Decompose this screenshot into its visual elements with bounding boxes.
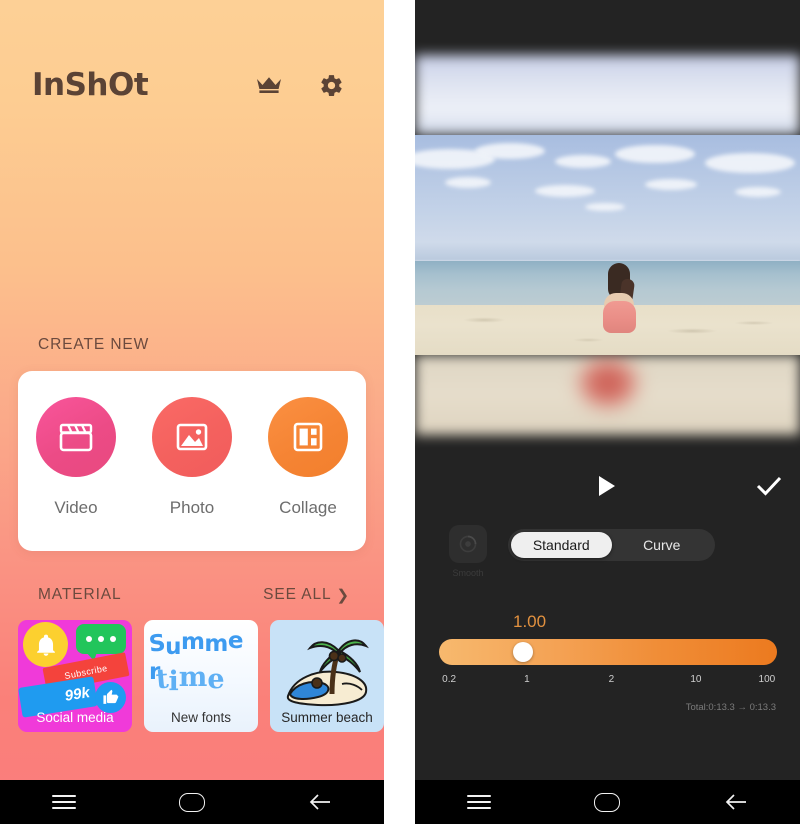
speed-slider-thumb[interactable] xyxy=(513,642,533,662)
create-photo-label: Photo xyxy=(169,498,215,517)
clapperboard-icon xyxy=(36,397,116,477)
see-all-button[interactable]: SEE ALL ❯ xyxy=(263,586,350,604)
back-arrow-icon[interactable] xyxy=(297,787,343,817)
collage-icon xyxy=(268,397,348,477)
smooth-speed-icon xyxy=(449,525,487,563)
like-count-label: 99k xyxy=(63,683,91,705)
header-actions xyxy=(256,72,344,98)
home-icon[interactable] xyxy=(169,787,215,817)
create-new-card: Video Photo Collage xyxy=(18,371,366,551)
recents-icon[interactable] xyxy=(456,787,502,817)
blurred-background-bottom xyxy=(415,355,800,435)
play-icon[interactable] xyxy=(592,471,622,501)
speed-slider-track xyxy=(439,639,777,665)
total-duration-label: Total:0:13.3 → 0:13.3 xyxy=(685,702,776,713)
bell-icon xyxy=(23,622,68,667)
material-card-label: Social media xyxy=(36,710,114,725)
speed-value-label: 1.00 xyxy=(513,612,547,631)
android-navbar-right xyxy=(415,780,800,824)
thumbs-up-icon xyxy=(95,682,126,713)
check-icon[interactable] xyxy=(753,471,785,501)
person-on-beach xyxy=(600,263,640,333)
app-logo: InShOt xyxy=(32,67,149,103)
tick-label: 0.2 xyxy=(442,674,457,685)
blurred-background-top xyxy=(415,55,800,135)
create-photo-button[interactable]: Photo xyxy=(144,397,240,518)
recents-icon[interactable] xyxy=(41,787,87,817)
material-card-summer-beach[interactable]: Summer beach xyxy=(270,620,384,732)
home-icon[interactable] xyxy=(584,787,630,817)
inshot-speed-editor-screen: Smooth Standard Curve 1.00 0.2 1 2 10 10… xyxy=(415,0,800,824)
speech-bubble-icon xyxy=(76,624,126,661)
screen-separator xyxy=(384,0,415,824)
tick-label: 100 xyxy=(758,674,776,685)
material-card-label: New fonts xyxy=(170,710,232,725)
video-frame xyxy=(415,135,800,355)
app-header: InShOt xyxy=(0,55,384,115)
see-all-label: SEE ALL xyxy=(263,586,332,603)
android-navbar-left xyxy=(0,780,384,824)
material-section-title: MATERIAL xyxy=(38,586,122,603)
back-arrow-icon[interactable] xyxy=(713,787,759,817)
speed-mode-segmented-control: Standard Curve xyxy=(508,529,715,561)
smooth-button[interactable]: Smooth xyxy=(442,525,494,578)
create-new-section-title: CREATE NEW xyxy=(38,336,150,353)
inshot-home-screen: InShOt CREATE NEW Video Photo Collage MA… xyxy=(0,0,384,824)
create-collage-button[interactable]: Collage xyxy=(260,397,356,518)
transport-controls xyxy=(415,463,800,509)
dual-screenshot: InShOt CREATE NEW Video Photo Collage MA… xyxy=(0,0,800,824)
tick-label: 2 xyxy=(608,674,615,685)
video-preview[interactable] xyxy=(415,0,800,435)
speed-slider[interactable] xyxy=(439,639,777,665)
tab-curve[interactable]: Curve xyxy=(612,532,713,558)
gear-icon[interactable] xyxy=(318,72,344,98)
palm-tree-icon xyxy=(286,639,369,707)
tick-label: 10 xyxy=(690,674,702,685)
speed-mode-row: Smooth Standard Curve xyxy=(415,525,800,581)
tab-standard[interactable]: Standard xyxy=(511,532,612,558)
chevron-right-icon: ❯ xyxy=(336,586,350,604)
sky xyxy=(415,135,800,261)
smooth-label: Smooth xyxy=(452,568,484,578)
tick-label: 1 xyxy=(524,674,530,685)
create-collage-label: Collage xyxy=(279,498,337,517)
crown-icon[interactable] xyxy=(256,72,282,98)
speed-slider-ticks: 0.2 1 2 10 100 xyxy=(439,674,777,688)
image-icon xyxy=(152,397,232,477)
create-video-label: Video xyxy=(54,498,98,517)
font-art-line-2: time xyxy=(154,662,225,697)
material-card-label: Summer beach xyxy=(281,710,373,725)
material-card-social-media[interactable]: Subscribe 99k Social media xyxy=(18,620,132,732)
material-card-new-fonts[interactable]: Summer time New fonts xyxy=(144,620,258,732)
create-video-button[interactable]: Video xyxy=(28,397,124,518)
material-card-list: Subscribe 99k Social media Summer time N… xyxy=(18,620,384,732)
